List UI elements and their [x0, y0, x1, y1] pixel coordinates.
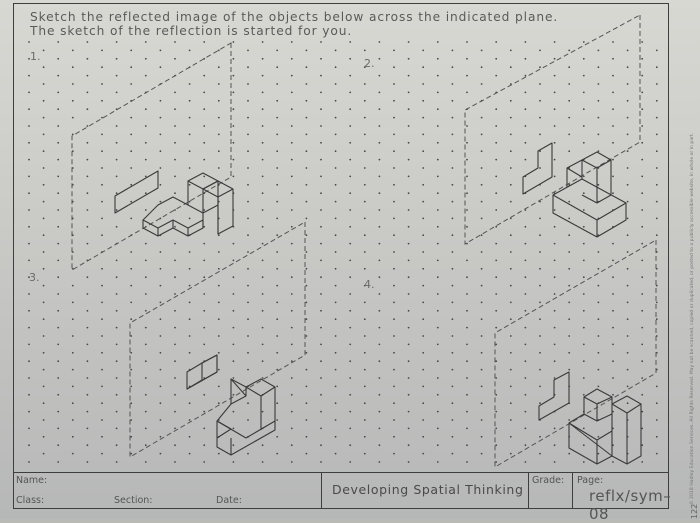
instruction-line-1: Sketch the reflected image of the object… [30, 10, 559, 24]
course-title: Developing Spatial Thinking [332, 482, 524, 497]
title-block: Name: Class: Section: Date: Developing S… [13, 472, 671, 523]
page-code: reflx/sym–08 [589, 487, 672, 523]
problem-label-1: 1. [30, 50, 41, 63]
instruction-line-2: The sketch of the reflection is started … [30, 24, 353, 38]
section-field-label: Section: [114, 495, 153, 506]
course-cell: Developing Spatial Thinking [322, 473, 529, 509]
page-field-label: Page: [577, 475, 604, 486]
name-field-label: Name: [16, 475, 48, 486]
copyright-notice: © 2018 Hadley Education Services. All Ri… [690, 132, 695, 505]
class-field-label: Class: [16, 495, 45, 506]
date-field-label: Date: [216, 495, 242, 506]
student-info-cell: Name: Class: Section: Date: [13, 473, 322, 509]
problem-label-3: 3. [29, 271, 40, 284]
problem-label-4: 4. [364, 278, 375, 291]
problem-label-2: 2. [364, 57, 375, 70]
grade-field-label: Grade: [532, 475, 565, 486]
worksheet-border [13, 3, 669, 509]
instructions: Sketch the reflected image of the object… [30, 10, 558, 38]
grade-cell: Grade: [529, 473, 573, 509]
page-cell: Page: reflx/sym–08 [573, 473, 671, 523]
page-number: 122 [690, 503, 699, 519]
